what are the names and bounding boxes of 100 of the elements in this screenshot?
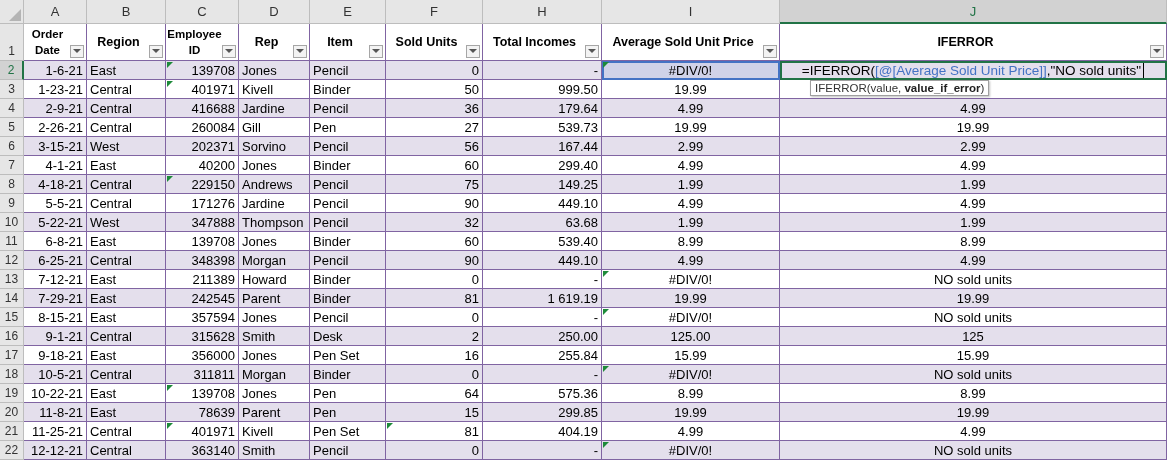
caret-icon [766, 49, 774, 54]
filter-button[interactable] [70, 45, 84, 58]
table-cell: 1-6-21 [24, 61, 87, 80]
table-cell: Central [87, 365, 166, 384]
caret-icon [296, 49, 304, 54]
table-cell: 15 [386, 403, 483, 422]
table-cell: Parent [239, 289, 310, 308]
table-cell: 4.99 [602, 251, 780, 270]
table-cell: 4.99 [780, 251, 1167, 270]
table-cell: Pencil [310, 251, 386, 270]
table-cell: 125.00 [602, 327, 780, 346]
table-cell: 363140 [166, 441, 239, 460]
table-cell: 12-12-21 [24, 441, 87, 460]
table-cell: 149.25 [483, 175, 602, 194]
error-indicator-icon [167, 62, 173, 68]
row-header[interactable]: 22 [0, 441, 24, 460]
filter-button[interactable] [149, 45, 163, 58]
row-header[interactable]: 6 [0, 137, 24, 156]
table-cell: 0 [386, 61, 483, 80]
table-cell: Thompson [239, 213, 310, 232]
row-header[interactable]: 2 [0, 61, 24, 80]
table-cell: 56 [386, 137, 483, 156]
table-cell: 347888 [166, 213, 239, 232]
table-cell: Pencil [310, 213, 386, 232]
table-cell: 229150 [166, 175, 239, 194]
table-cell: 449.10 [483, 251, 602, 270]
column-header[interactable]: E [310, 0, 386, 24]
column-title: IFERROR [937, 34, 994, 50]
table-cell: Binder [310, 365, 386, 384]
table-cell: 19.99 [602, 403, 780, 422]
table-cell: 416688 [166, 99, 239, 118]
row-header[interactable]: 17 [0, 346, 24, 365]
table-cell: Pencil [310, 175, 386, 194]
table-cell: 19.99 [780, 403, 1167, 422]
row-header[interactable]: 13 [0, 270, 24, 289]
column-header[interactable]: F [386, 0, 483, 24]
row-header[interactable]: 7 [0, 156, 24, 175]
column-title: Employee ID [166, 27, 223, 58]
table-cell: 315628 [166, 327, 239, 346]
row-header[interactable]: 16 [0, 327, 24, 346]
row-header[interactable]: 5 [0, 118, 24, 137]
table-cell: Sorvino [239, 137, 310, 156]
table-cell: 4.99 [780, 99, 1167, 118]
row-header[interactable]: 19 [0, 384, 24, 403]
table-cell: 202371 [166, 137, 239, 156]
filter-button[interactable] [293, 45, 307, 58]
column-title: Average Sold Unit Price [612, 34, 754, 50]
table-cell: 63.68 [483, 213, 602, 232]
table-cell: 242545 [166, 289, 239, 308]
error-indicator-icon [603, 366, 609, 372]
column-header[interactable]: J [780, 0, 1167, 24]
error-indicator-icon [603, 442, 609, 448]
table-cell: 19.99 [602, 289, 780, 308]
column-header[interactable]: I [602, 0, 780, 24]
row-header[interactable]: 1 [0, 24, 24, 61]
row-header[interactable]: 8 [0, 175, 24, 194]
row-header[interactable]: 14 [0, 289, 24, 308]
column-header[interactable]: C [166, 0, 239, 24]
table-cell: Pencil [310, 61, 386, 80]
table-cell: East [87, 289, 166, 308]
table-cell: West [87, 137, 166, 156]
table-cell: 36 [386, 99, 483, 118]
row-header[interactable]: 20 [0, 403, 24, 422]
table-cell: Binder [310, 289, 386, 308]
caret-icon [469, 49, 477, 54]
table-cell: 2-9-21 [24, 99, 87, 118]
filter-button[interactable] [466, 45, 480, 58]
column-title: Region [97, 34, 140, 50]
table-cell: Smith [239, 327, 310, 346]
table-cell: Central [87, 99, 166, 118]
filter-button[interactable] [763, 45, 777, 58]
table-cell: 6-25-21 [24, 251, 87, 270]
table-cell: 11-8-21 [24, 403, 87, 422]
caret-icon [372, 49, 380, 54]
table-cell: 0 [386, 441, 483, 460]
row-header[interactable]: 10 [0, 213, 24, 232]
row-header[interactable]: 21 [0, 422, 24, 441]
function-tooltip: IFERROR(value, value_if_error) [810, 80, 990, 96]
filter-button[interactable] [1150, 45, 1164, 58]
filter-button[interactable] [585, 45, 599, 58]
row-header[interactable]: 11 [0, 232, 24, 251]
row-header[interactable]: 3 [0, 80, 24, 99]
row-header[interactable]: 4 [0, 99, 24, 118]
table-cell: 167.44 [483, 137, 602, 156]
row-header[interactable]: 18 [0, 365, 24, 384]
filter-button[interactable] [369, 45, 383, 58]
table-cell: 75 [386, 175, 483, 194]
row-header[interactable]: 12 [0, 251, 24, 270]
table-cell: Parent [239, 403, 310, 422]
column-header[interactable]: H [483, 0, 602, 24]
table-cell: 139708 [166, 61, 239, 80]
column-header[interactable]: B [87, 0, 166, 24]
column-title: Item [327, 34, 353, 50]
filter-button[interactable] [222, 45, 236, 58]
table-cell: 2.99 [780, 137, 1167, 156]
column-header[interactable]: A [24, 0, 87, 24]
table-cell: #DIV/0! [602, 61, 780, 80]
row-header[interactable]: 9 [0, 194, 24, 213]
row-header[interactable]: 15 [0, 308, 24, 327]
column-header[interactable]: D [239, 0, 310, 24]
